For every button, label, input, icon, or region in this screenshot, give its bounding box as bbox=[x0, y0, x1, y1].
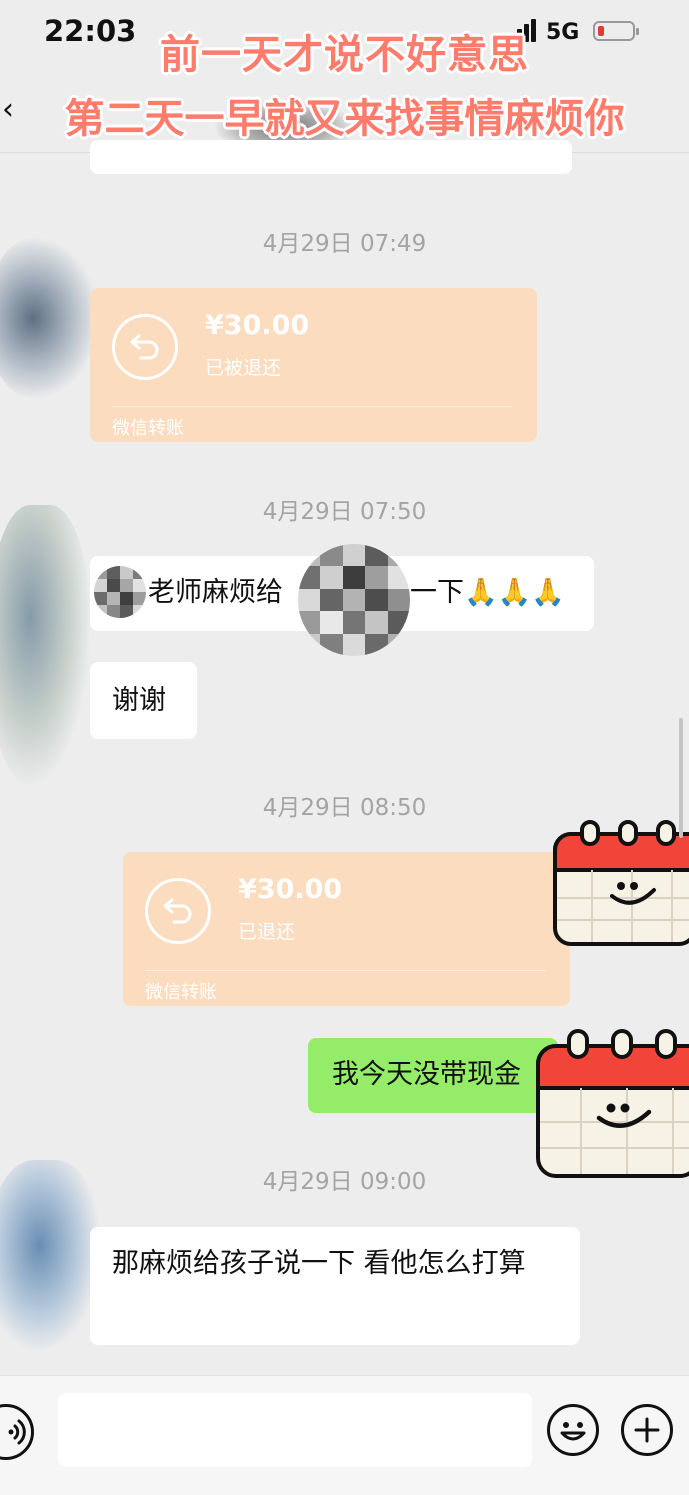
emoji-icon[interactable] bbox=[547, 1404, 599, 1456]
transfer-label: 微信转账 bbox=[145, 982, 217, 1003]
message-bubble[interactable]: 谢谢 bbox=[90, 662, 197, 739]
calendar-sticker-icon bbox=[553, 820, 689, 946]
message-bubble[interactable]: 那麻烦给孩子说一下 看他怎么打算 bbox=[90, 1227, 580, 1345]
divider bbox=[112, 406, 512, 407]
message-text: 一下🙏🙏🙏 bbox=[410, 577, 565, 608]
mosaic-redaction bbox=[94, 566, 146, 618]
avatar[interactable] bbox=[0, 238, 98, 398]
voice-icon[interactable] bbox=[0, 1404, 34, 1460]
caption-line-2: 第二天一早就又来找事情麻烦你 bbox=[64, 96, 625, 142]
divider bbox=[145, 970, 545, 971]
timestamp: 4月29日 07:50 bbox=[262, 499, 427, 525]
refund-icon bbox=[112, 314, 178, 380]
previous-message-bubble[interactable] bbox=[90, 140, 572, 174]
transfer-label: 微信转账 bbox=[112, 418, 184, 439]
transfer-card[interactable]: ¥30.00 已被退还 微信转账 bbox=[90, 288, 537, 442]
mosaic-redaction bbox=[298, 544, 410, 656]
message-text: 谢谢 bbox=[112, 685, 166, 716]
message-input[interactable] bbox=[58, 1393, 532, 1467]
message-text: 老师麻烦给 bbox=[148, 577, 283, 608]
message-text: 那麻烦给孩子说一下 看他怎么打算 bbox=[112, 1248, 526, 1279]
scrollbar[interactable] bbox=[679, 718, 683, 838]
transfer-card[interactable]: ¥30.00 已退还 微信转账 bbox=[123, 852, 570, 1006]
plus-icon[interactable] bbox=[621, 1404, 673, 1456]
transfer-amount: ¥30.00 bbox=[238, 874, 343, 905]
timestamp: 4月29日 08:50 bbox=[262, 795, 427, 821]
refund-icon bbox=[145, 878, 211, 944]
avatar[interactable] bbox=[0, 505, 90, 785]
avatar[interactable] bbox=[0, 1160, 100, 1350]
calendar-sticker-icon bbox=[536, 1029, 689, 1178]
my-message-bubble[interactable]: 我今天没带现金 bbox=[308, 1038, 558, 1113]
transfer-status: 已被退还 bbox=[205, 357, 282, 379]
transfer-status: 已退还 bbox=[238, 921, 296, 943]
transfer-amount: ¥30.00 bbox=[205, 310, 310, 341]
caption-line-1: 前一天才说不好意思 bbox=[160, 32, 529, 78]
timestamp: 4月29日 07:49 bbox=[262, 231, 427, 257]
message-text: 我今天没带现金 bbox=[332, 1059, 521, 1090]
